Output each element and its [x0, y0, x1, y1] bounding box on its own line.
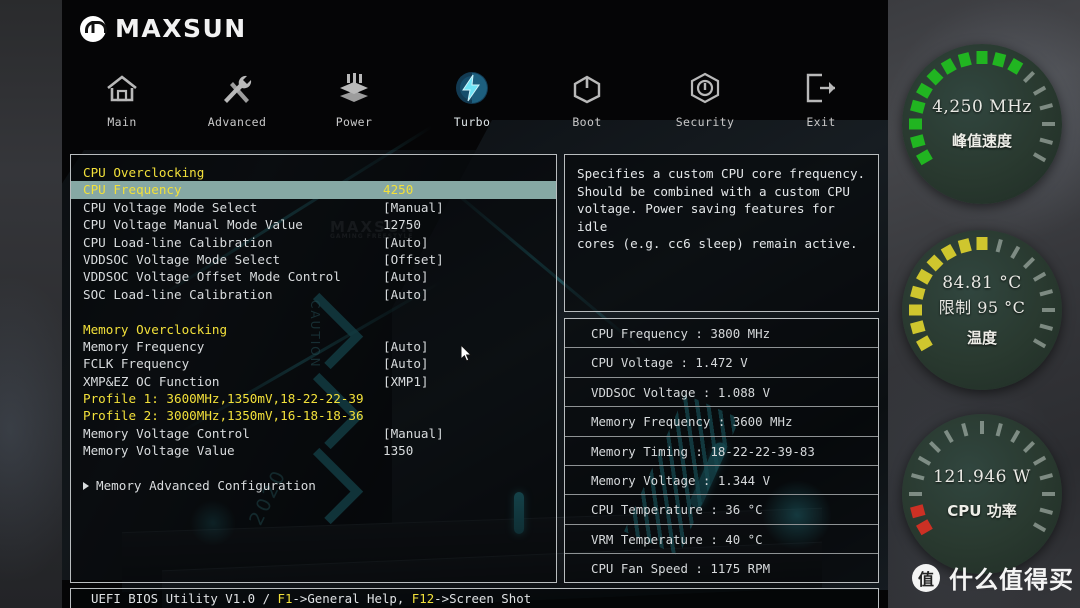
- exit-icon: [801, 68, 841, 108]
- watermark-badge: 值: [912, 563, 940, 592]
- mouse-cursor: [460, 343, 473, 363]
- lightning-icon: [452, 68, 492, 108]
- setting-row-cpu-load-line-calibration[interactable]: CPU Load-line Calibration [Auto]: [71, 234, 556, 251]
- footer-key-f12: F12: [411, 591, 435, 606]
- tab-label: Main: [107, 115, 137, 129]
- status-row: CPU Voltage : 1.472 V: [565, 348, 878, 378]
- tab-label: Turbo: [453, 115, 491, 129]
- setting-row-vddsoc-voltage-offset-mode-control[interactable]: VDDSOC Voltage Offset Mode Control [Auto…: [71, 268, 556, 285]
- watermark: 值 什么值得买: [912, 560, 1074, 595]
- setting-row-xmp-ez-oc-function[interactable]: XMP&EZ OC Function [XMP1]: [71, 373, 556, 390]
- watermark-text: 什么值得买: [949, 566, 1074, 594]
- maxsun-logo-icon: [80, 15, 107, 42]
- tools-icon: [217, 68, 257, 108]
- tab-label: Security: [675, 115, 735, 129]
- brand-name: MAXSUN: [115, 14, 247, 43]
- status-row: CPU Frequency : 3800 MHz: [565, 319, 878, 349]
- tab-label: Boot: [572, 115, 602, 129]
- status-row: VDDSOC Voltage : 1.088 V: [565, 378, 878, 408]
- tab-advanced[interactable]: Advanced: [185, 68, 289, 129]
- tab-main[interactable]: Main: [70, 68, 174, 129]
- footer-text-1: ->General Help,: [292, 591, 412, 606]
- main-navigation: Main Advanced Power Turbo Boot Security …: [62, 68, 888, 140]
- setting-row-vddsoc-voltage-mode-select[interactable]: VDDSOC Voltage Mode Select [Offset]: [71, 251, 556, 268]
- setting-row-profile-2: Profile 2: 3000MHz,1350mV,16-18-18-36: [83, 408, 364, 424]
- footer-prefix: UEFI BIOS Utility V1.0 /: [91, 591, 278, 606]
- footer-text-2: ->Screen Shot: [434, 591, 532, 606]
- left-margin: [0, 0, 62, 608]
- settings-panel: CPU Overclocking CPU Frequency 4250 CPU …: [70, 154, 557, 583]
- tab-boot[interactable]: Boot: [535, 68, 639, 129]
- power-icon: [567, 68, 607, 108]
- tab-exit[interactable]: Exit: [769, 68, 873, 129]
- tab-turbo[interactable]: Turbo: [420, 68, 524, 129]
- power-stack-icon: [334, 68, 374, 108]
- status-row: Memory Voltage : 1.344 V: [565, 466, 878, 496]
- gauge-dial: [909, 237, 1055, 352]
- setting-row-memory-frequency[interactable]: Memory Frequency [Auto]: [71, 338, 556, 355]
- setting-row-fclk-frequency[interactable]: FCLK Frequency [Auto]: [71, 355, 556, 372]
- setting-row-profile-1: Profile 1: 3600MHz,1350mV,18-22-22-39: [83, 391, 364, 407]
- gauge-peak-speed: 4,250 MHz 峰值速度: [902, 44, 1062, 204]
- status-row: CPU Fan Speed : 1175 RPM: [591, 561, 771, 577]
- gauge-temperature: 84.81 °C 限制 95 °C 温度: [902, 230, 1062, 390]
- row-spacer: [71, 460, 556, 477]
- row-spacer: [71, 303, 556, 320]
- gauge-dial: [909, 51, 1055, 166]
- brand-logo: MAXSUN: [80, 14, 247, 43]
- help-panel: Specifies a custom CPU core frequency. S…: [564, 154, 879, 312]
- tab-security[interactable]: Security: [653, 68, 757, 129]
- status-panel: CPU Frequency : 3800 MHz CPU Voltage : 1…: [564, 318, 879, 583]
- setting-row-soc-load-line-calibration[interactable]: SOC Load-line Calibration [Auto]: [71, 286, 556, 303]
- section-header-memory-overclocking: Memory Overclocking: [83, 321, 228, 337]
- gauge-cpu-power: 121.946 W CPU 功率: [902, 414, 1062, 574]
- tab-label: Advanced: [207, 115, 267, 129]
- setting-row-cpu-voltage-manual-mode-value[interactable]: CPU Voltage Manual Mode Value 12750: [71, 216, 556, 233]
- gauge-dial: [909, 421, 1055, 536]
- triangle-right-icon: [83, 481, 89, 490]
- status-row: Memory Timing : 18-22-22-39-83: [565, 437, 878, 466]
- setting-row-memory-voltage-value[interactable]: Memory Voltage Value 1350: [71, 442, 556, 459]
- status-row: CPU Temperature : 36 °C: [565, 495, 878, 525]
- bios-screen: 2020 CAUTION MAXSUN GAMING FREESTYLE MAX…: [62, 0, 888, 608]
- footer-help-bar: UEFI BIOS Utility V1.0 / F1->General Hel…: [70, 588, 879, 608]
- tab-label: Power: [335, 115, 373, 129]
- tab-power[interactable]: Power: [302, 68, 406, 129]
- status-row: VRM Temperature : 40 °C: [565, 525, 878, 555]
- help-text: Specifies a custom CPU core frequency. S…: [577, 166, 866, 251]
- section-header-cpu-overclocking: CPU Overclocking: [83, 165, 205, 180]
- status-row: Memory Frequency : 3600 MHz: [565, 407, 878, 437]
- footer-key-f1: F1: [277, 591, 293, 606]
- setting-row-cpu-voltage-mode-select[interactable]: CPU Voltage Mode Select [Manual]: [71, 199, 556, 216]
- shield-lock-icon: [685, 68, 725, 108]
- setting-row-cpu-frequency[interactable]: CPU Frequency 4250: [71, 181, 556, 199]
- home-icon: [102, 68, 142, 108]
- submenu-memory-advanced-configuration[interactable]: Memory Advanced Configuration: [71, 477, 556, 494]
- tab-label: Exit: [806, 115, 836, 129]
- setting-row-memory-voltage-control[interactable]: Memory Voltage Control [Manual]: [71, 425, 556, 442]
- screenshot-root: 2020 CAUTION MAXSUN GAMING FREESTYLE MAX…: [0, 0, 1080, 608]
